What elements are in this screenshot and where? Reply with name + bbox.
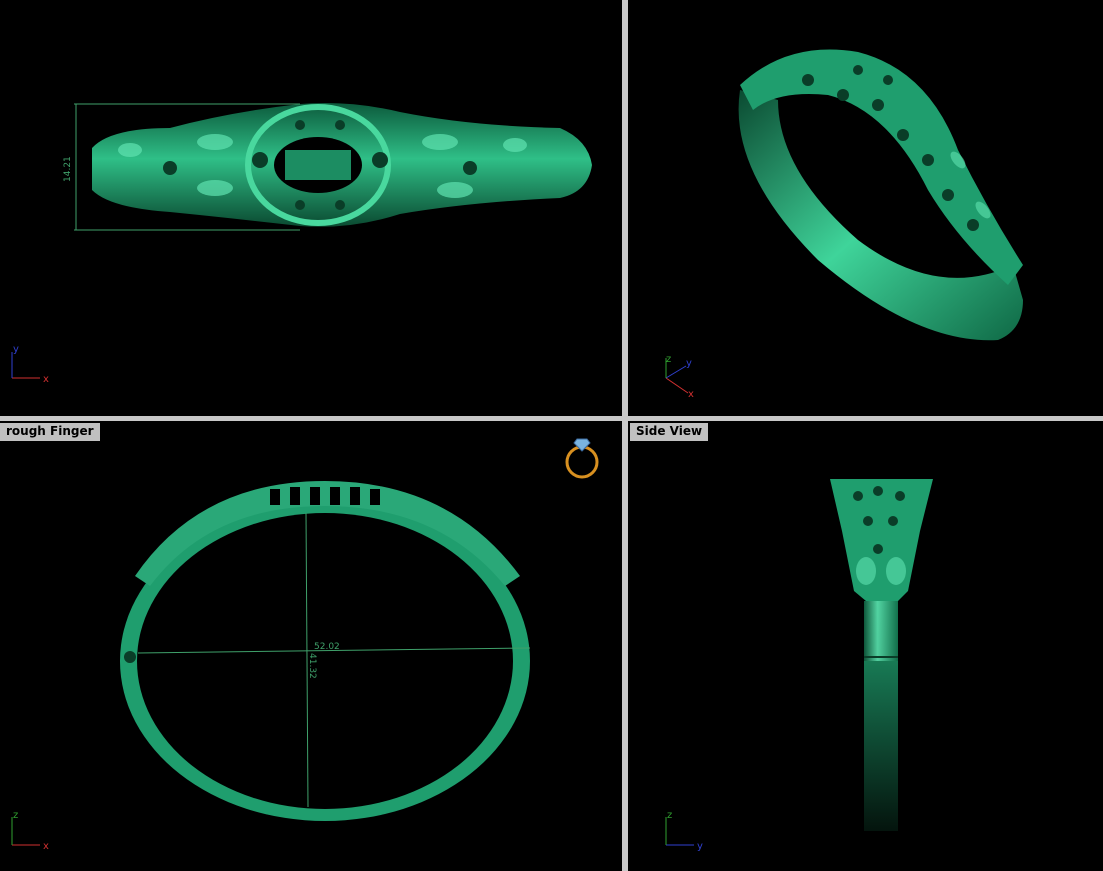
svg-text:z: z [666,354,671,365]
svg-text:y: y [697,841,703,852]
axis-indicator-through-finger: z x [11,810,49,852]
svg-text:y: y [686,358,692,369]
dimension-depth-label: 41.32 [307,653,317,679]
viewport-top[interactable]: 14.21 y x [0,0,622,416]
svg-text:y: y [13,344,19,355]
axis-indicator-top: y x [11,344,49,385]
top-view-canvas: 14.21 y x [11,103,592,385]
svg-text:x: x [688,389,694,400]
viewport-through-finger[interactable]: 52.02 41.32 z x rough Finger [0,421,622,871]
through-finger-view-canvas: 52.02 41.32 z x [11,438,599,852]
svg-text:z: z [13,810,18,821]
bangle-side-model [830,479,933,831]
svg-text:x: x [43,841,49,852]
viewport-label-through-finger[interactable]: rough Finger [0,423,100,441]
axis-indicator-side: z y [665,810,703,852]
viewport-label-side[interactable]: Side View [630,423,709,441]
side-view-canvas: z y [665,479,933,852]
horizontal-divider[interactable] [0,416,1103,421]
svg-text:x: x [43,374,49,385]
ring-icon[interactable] [565,438,599,479]
dimension-width-label: 52.02 [314,642,340,652]
viewport-side[interactable]: z y Side View [628,421,1103,871]
perspective-view-canvas: z y x [665,49,1023,400]
vertical-divider[interactable] [622,0,628,871]
bangle-perspective-model [738,49,1023,341]
dimension-height-label: 14.21 [63,156,73,182]
axis-indicator-perspective: z y x [665,354,694,400]
bangle-top-model [92,103,592,227]
svg-text:z: z [667,810,672,821]
viewport-perspective[interactable]: z y x [628,0,1103,416]
